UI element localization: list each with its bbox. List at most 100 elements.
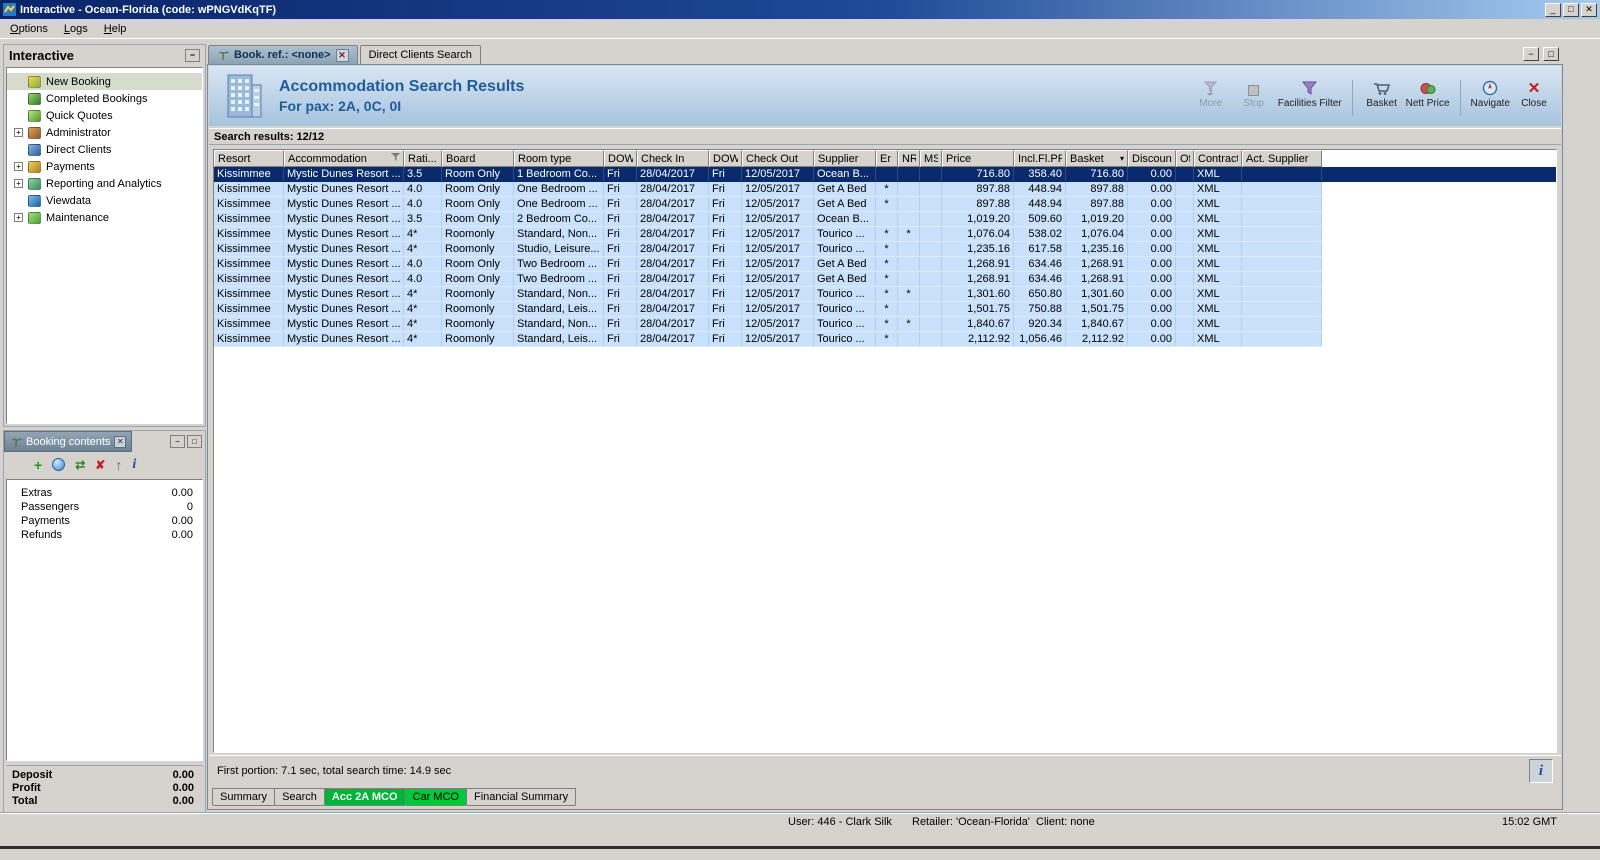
column-header-contract[interactable]: Contract	[1194, 150, 1242, 167]
facilities-filter-button[interactable]: Facilities Filter	[1278, 76, 1342, 109]
expand-icon[interactable]: +	[14, 128, 23, 137]
child-minimize-button[interactable]: −	[1523, 47, 1539, 61]
sidebar-item-payments[interactable]: +Payments	[7, 158, 202, 175]
table-row[interactable]: KissimmeeMystic Dunes Resort ...3.5Room …	[214, 212, 1322, 227]
sidebar-item-administrator[interactable]: +Administrator	[7, 124, 202, 141]
navigate-button[interactable]: Navigate	[1471, 76, 1510, 109]
collapse-panel-button[interactable]: −	[185, 49, 200, 62]
table-row[interactable]: KissimmeeMystic Dunes Resort ...4*Roomon…	[214, 317, 1322, 332]
delete-icon[interactable]: ✘	[95, 459, 105, 471]
sort-icon[interactable]: ▾	[1120, 154, 1124, 163]
column-label: Check Out	[746, 153, 810, 165]
sidebar-item-viewdata[interactable]: Viewdata	[7, 192, 202, 209]
sidebar-item-new-booking[interactable]: New Booking	[7, 73, 202, 90]
total-label: Deposit	[12, 769, 52, 781]
column-header-act-supplier[interactable]: Act. Supplier	[1242, 150, 1322, 167]
cell	[920, 287, 942, 301]
bottom-tab-summary[interactable]: Summary	[212, 788, 275, 806]
booking-contents-row-refunds[interactable]: Refunds0.00	[7, 528, 202, 542]
results-header: Resort Accommodation Rati...BoardRoom type…	[214, 150, 1322, 167]
column-header-check-in[interactable]: Check In	[637, 150, 709, 167]
sidebar-item-direct-clients[interactable]: Direct Clients	[7, 141, 202, 158]
bottom-tab-car-mco[interactable]: Car MCO	[405, 788, 467, 806]
booking-contents-row-extras[interactable]: Extras0.00	[7, 486, 202, 500]
info-button[interactable]: i	[1529, 759, 1553, 783]
cell: Get A Bed	[814, 257, 876, 271]
info-icon[interactable]: i	[132, 458, 136, 472]
column-header-rati[interactable]: Rati...	[404, 150, 442, 167]
table-row[interactable]: KissimmeeMystic Dunes Resort ...4.0Room …	[214, 197, 1322, 212]
move-up-icon[interactable]: ↑	[115, 458, 122, 472]
column-header-basket[interactable]: Basket▾	[1066, 150, 1128, 167]
column-header-room-type[interactable]: Room type	[514, 150, 604, 167]
column-header-supplier[interactable]: Supplier	[814, 150, 876, 167]
close-icon[interactable]: ✕	[114, 436, 126, 448]
expand-icon[interactable]: +	[14, 162, 23, 171]
column-header-ms[interactable]: MS	[920, 150, 942, 167]
table-row[interactable]: KissimmeeMystic Dunes Resort ...4*Roomon…	[214, 332, 1322, 347]
bottom-tab-acc-2a-mco[interactable]: Acc 2A MCO	[324, 788, 406, 806]
column-header-price[interactable]: Price	[942, 150, 1014, 167]
expand-icon[interactable]: +	[14, 179, 23, 188]
table-row[interactable]: KissimmeeMystic Dunes Resort ...4*Roomon…	[214, 287, 1322, 302]
booking-contents-row-payments[interactable]: Payments0.00	[7, 514, 202, 528]
tab-booking-ref[interactable]: Book. ref.: <none> ✕	[208, 45, 358, 64]
more-button[interactable]: More	[1192, 76, 1230, 109]
bottom-tab-financial-summary[interactable]: Financial Summary	[466, 788, 576, 806]
expand-icon[interactable]: +	[14, 213, 23, 222]
globe-icon[interactable]	[52, 458, 65, 471]
cell	[1176, 287, 1194, 301]
menu-help[interactable]: Help	[96, 21, 135, 37]
close-tab-icon[interactable]: ✕	[336, 49, 349, 62]
table-row[interactable]: KissimmeeMystic Dunes Resort ...4.0Room …	[214, 182, 1322, 197]
table-row[interactable]: KissimmeeMystic Dunes Resort ...4*Roomon…	[214, 302, 1322, 317]
menu-logs[interactable]: Logs	[56, 21, 96, 37]
sidebar-item-completed-bookings[interactable]: Completed Bookings	[7, 90, 202, 107]
column-header-of[interactable]: Of	[1176, 150, 1194, 167]
panel-minimize-button[interactable]: −	[170, 435, 185, 448]
table-row[interactable]: KissimmeeMystic Dunes Resort ...4*Roomon…	[214, 227, 1322, 242]
stop-button[interactable]: Stop	[1235, 76, 1273, 109]
sidebar-item-reporting-and-analytics[interactable]: +Reporting and Analytics	[7, 175, 202, 192]
cell: 2,112.92	[1066, 332, 1128, 346]
sidebar-item-maintenance[interactable]: +Maintenance	[7, 209, 202, 226]
tab-direct-clients-search[interactable]: Direct Clients Search	[360, 45, 481, 64]
column-header-er[interactable]: Er	[876, 150, 898, 167]
transfer-icon[interactable]: ⇄	[75, 459, 85, 471]
child-restore-button[interactable]: □	[1543, 47, 1559, 61]
cell: 28/04/2017	[637, 272, 709, 286]
column-header-incl-fl-pp[interactable]: Incl.Fl.PP	[1014, 150, 1066, 167]
menu-options[interactable]: Options	[2, 21, 56, 37]
table-row[interactable]: KissimmeeMystic Dunes Resort ...3.5Room …	[214, 167, 1556, 182]
cell: 2,112.92	[942, 332, 1014, 346]
booking-contents-tab[interactable]: Booking contents ✕	[4, 431, 132, 452]
minimize-button[interactable]: _	[1545, 3, 1561, 17]
nett-price-button[interactable]: Nett Price	[1406, 76, 1450, 109]
column-header-check-out[interactable]: Check Out	[742, 150, 814, 167]
column-header-dow[interactable]: DOW	[709, 150, 742, 167]
column-header-nr[interactable]: NR	[898, 150, 920, 167]
column-header-accommodation[interactable]: Accommodation	[284, 150, 404, 167]
column-header-resort[interactable]: Resort	[214, 150, 284, 167]
cell: 12/05/2017	[742, 242, 814, 256]
filter-icon[interactable]	[391, 153, 400, 165]
panel-maximize-button[interactable]: □	[187, 435, 202, 448]
window-status-bar: User: 446 - Clark Silk Retailer: 'Ocean-…	[0, 812, 1600, 831]
table-row[interactable]: KissimmeeMystic Dunes Resort ...4.0Room …	[214, 272, 1322, 287]
basket-button[interactable]: Basket	[1363, 76, 1401, 109]
cell: 617.58	[1014, 242, 1066, 256]
table-row[interactable]: KissimmeeMystic Dunes Resort ...4*Roomon…	[214, 242, 1322, 257]
close-results-button[interactable]: ✕ Close	[1515, 76, 1553, 109]
maximize-button[interactable]: □	[1563, 3, 1579, 17]
close-button[interactable]: ✕	[1581, 3, 1597, 17]
column-header-dow[interactable]: DOW	[604, 150, 637, 167]
new-booking-icon	[28, 76, 41, 88]
table-row[interactable]: KissimmeeMystic Dunes Resort ...4.0Room …	[214, 257, 1322, 272]
column-label: Accommodation	[288, 153, 389, 165]
sidebar-item-quick-quotes[interactable]: Quick Quotes	[7, 107, 202, 124]
bottom-tab-search[interactable]: Search	[274, 788, 325, 806]
column-header-board[interactable]: Board	[442, 150, 514, 167]
column-header-discount[interactable]: Discount	[1128, 150, 1176, 167]
add-item-icon[interactable]: +	[34, 458, 42, 472]
booking-contents-row-passengers[interactable]: Passengers0	[7, 500, 202, 514]
